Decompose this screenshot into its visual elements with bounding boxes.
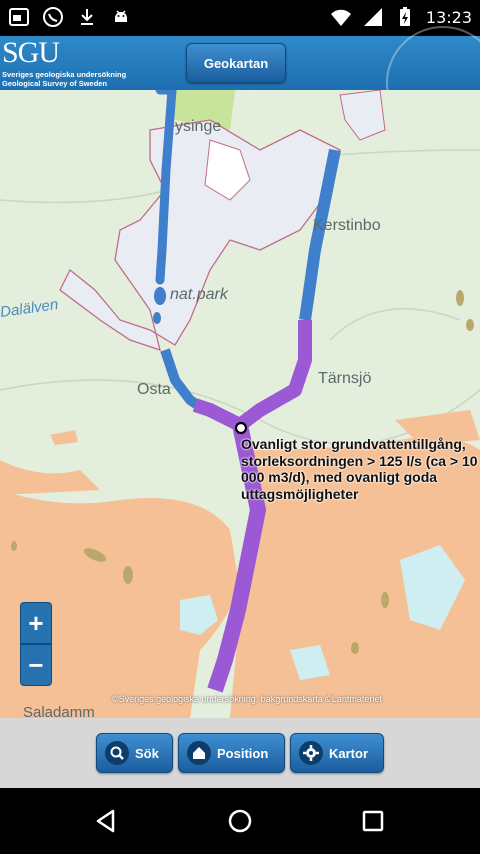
bottom-toolbar: Sök Position Kartor — [0, 718, 480, 788]
signal-icon — [362, 6, 384, 28]
download-icon — [76, 6, 98, 28]
whatsapp-icon — [42, 6, 64, 28]
place-label: Kerstinbo — [313, 217, 381, 234]
window-icon — [8, 6, 30, 28]
map-view[interactable]: ysinge Kerstinbo nat.park Osta Tärnsjö D… — [0, 90, 480, 718]
position-button[interactable]: Position — [178, 733, 285, 773]
zoom-out-button[interactable]: − — [20, 644, 52, 686]
home-icon — [187, 741, 211, 765]
place-label: Saladamm — [23, 704, 95, 718]
recents-icon[interactable] — [353, 806, 393, 836]
map-canvas — [0, 90, 480, 718]
maps-button-label: Kartor — [329, 745, 369, 761]
place-label: nat.park — [170, 286, 228, 303]
sgu-logo: SGU — [2, 36, 60, 69]
status-bar: 13:23 — [0, 0, 480, 36]
logo-subtitle-sv: Sveriges geologiska undersökning — [2, 70, 127, 79]
home-nav-icon[interactable] — [220, 806, 260, 836]
place-label: ysinge — [175, 118, 222, 135]
android-nav-bar — [0, 788, 480, 854]
battery-charging-icon — [394, 6, 416, 28]
place-label: Tärnsjö — [318, 370, 372, 387]
maps-button[interactable]: Kartor — [290, 733, 384, 773]
wifi-icon — [330, 6, 352, 28]
groundwater-info-popup: Ovanligt stor grundvattentillgång, storl… — [241, 436, 478, 502]
search-icon — [105, 741, 129, 765]
search-button-label: Sök — [135, 745, 159, 761]
search-button[interactable]: Sök — [96, 733, 173, 773]
clock: 13:23 — [425, 7, 472, 27]
back-icon[interactable] — [86, 806, 126, 836]
place-label: Osta — [137, 381, 171, 398]
app-header: SGU Sveriges geologiska undersökning Geo… — [0, 26, 480, 140]
android-icon — [110, 6, 132, 28]
geokartan-button[interactable]: Geokartan — [186, 43, 286, 83]
zoom-in-button[interactable]: + — [20, 602, 52, 644]
position-button-label: Position — [217, 745, 269, 761]
map-attribution: ©Sveriges geologiska undersökning, bakgr… — [112, 694, 382, 704]
logo-subtitle-en: Geological Survey of Sweden — [2, 79, 108, 88]
gear-icon — [299, 741, 323, 765]
